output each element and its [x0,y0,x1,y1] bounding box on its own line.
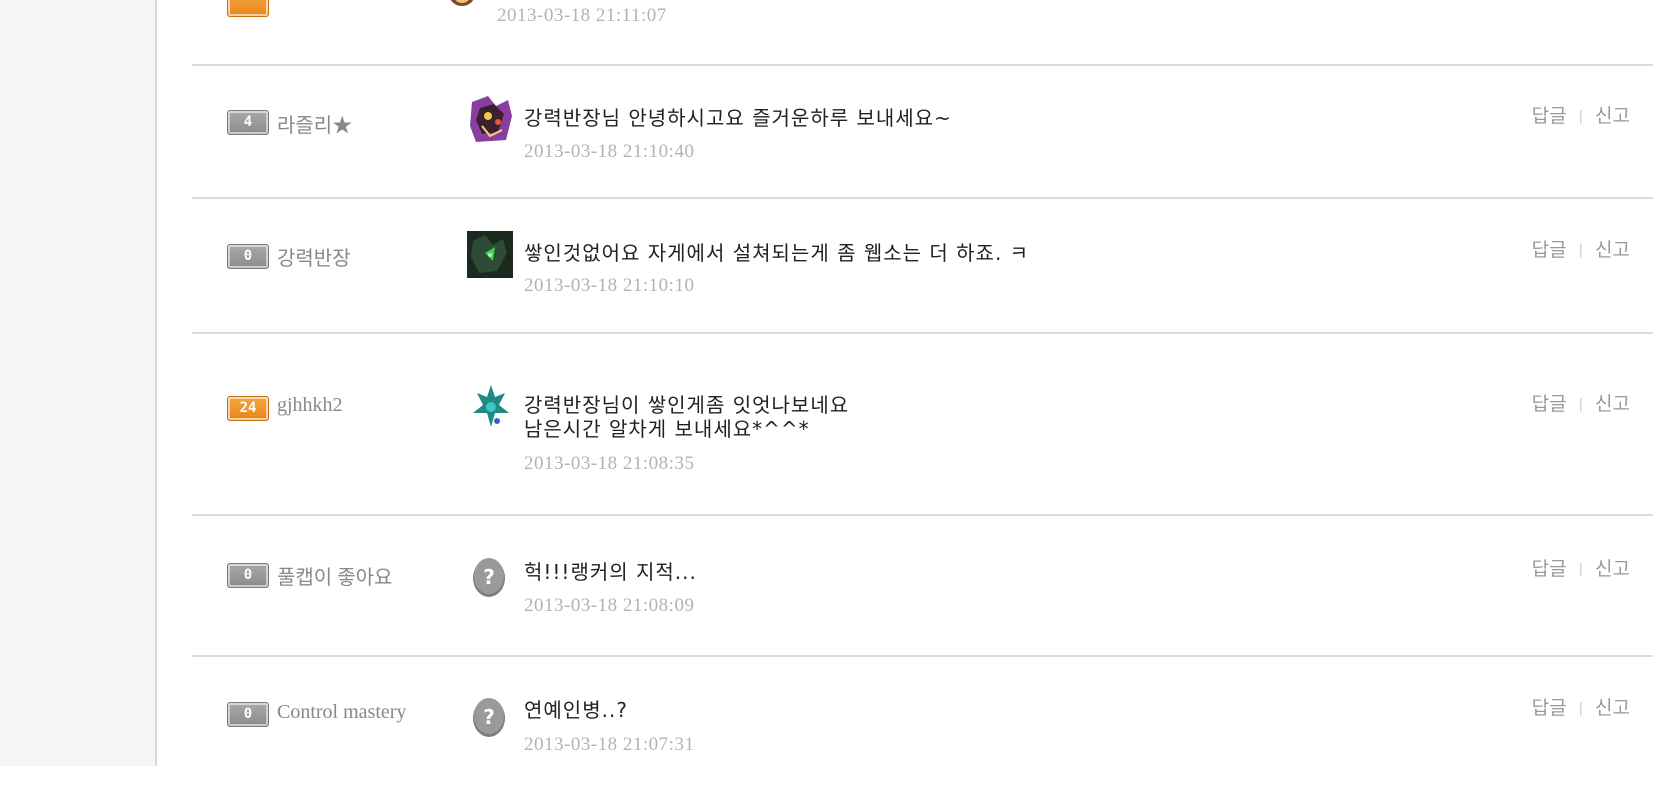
actions-separator: | [1578,397,1584,412]
comment-actions: 답글 | 신고 [1532,235,1630,262]
actions-separator: | [1578,109,1584,124]
comment-actions: 답글 | 신고 [1532,101,1630,128]
comment-author[interactable]: 라즐리★ [277,109,352,138]
comment-timestamp: 2013-03-18 21:08:35 [524,453,695,474]
comment-author[interactable]: Control mastery [277,701,406,724]
reply-link[interactable]: 답글 [1532,105,1567,127]
svg-text:?: ? [483,705,495,729]
user-avatar[interactable] [469,383,513,429]
comment-text: 연예인병..? [524,698,628,722]
comment-text: 강력반장님이 쌓인게좀 잇엇나보네요 남은시간 알차게 보내세요*^^* [524,393,849,441]
comment-item: 0 풀캡이 좋아요 ? 헉!!!랭커의 지적... 2013-03-18 21:… [192,516,1653,657]
comment-timestamp: 2013-03-18 21:08:09 [524,595,695,616]
comment-item: 2013-03-18 21:11:07 [192,0,1653,66]
reply-link[interactable]: 답글 [1532,558,1567,580]
actions-separator: | [1578,243,1584,258]
comment-timestamp: 2013-03-18 21:10:10 [524,275,695,296]
report-link[interactable]: 신고 [1595,393,1630,415]
level-badge: 0 [227,244,269,269]
question-avatar-icon[interactable]: ? [469,554,509,598]
comment-text-line: 남은시간 알차게 보내세요*^^* [524,417,810,441]
comment-timestamp: 2013-03-18 21:07:31 [524,734,695,755]
report-link[interactable]: 신고 [1595,239,1630,261]
comment-text: 강력반장님 안녕하시고요 즐거운하루 보내세요~ [524,106,952,130]
level-badge: 4 [227,110,269,135]
comment-item: 0 Control mastery ? 연예인병..? 2013-03-18 2… [192,657,1653,797]
actions-separator: | [1578,701,1584,716]
comment-author[interactable]: gjhhkh2 [277,394,343,417]
comment-text: 쌓인것없어요 자게에서 설쳐되는게 좀 웹소는 더 하죠. ㅋ [524,241,1030,265]
comment-timestamp: 2013-03-18 21:10:40 [524,141,695,162]
report-link[interactable]: 신고 [1595,558,1630,580]
report-link[interactable]: 신고 [1595,105,1630,127]
level-badge: 0 [227,702,269,727]
reply-link[interactable]: 답글 [1532,393,1567,415]
reply-link[interactable]: 답글 [1532,239,1567,261]
comment-item: 0 강력반장 쌓인것없어요 자게에서 설쳐되는게 좀 웹소는 더 하죠. ㅋ 2… [192,199,1653,334]
comment-author[interactable]: 풀캡이 좋아요 [277,561,392,590]
comment-actions: 답글 | 신고 [1532,693,1630,720]
level-badge: 0 [227,563,269,588]
user-avatar[interactable] [468,96,514,143]
report-link[interactable]: 신고 [1595,697,1630,719]
user-avatar[interactable] [446,0,478,8]
question-avatar-icon[interactable]: ? [469,694,509,738]
level-badge [227,0,269,17]
actions-separator: | [1578,562,1584,577]
level-badge: 24 [227,396,269,421]
left-sidebar-panel [0,0,157,766]
comment-item: 4 라즐리★ 강력반장님 안녕하시고요 즐거운하루 보내세요~ 2013-03-… [192,64,1653,199]
reply-link[interactable]: 답글 [1532,697,1567,719]
comment-timestamp: 2013-03-18 21:11:07 [497,5,667,26]
comment-author[interactable]: 강력반장 [277,242,351,271]
comment-item: 24 gjhhkh2 강력반장님이 쌓인게좀 잇엇나보네요 남은시간 알차게 보… [192,334,1653,516]
comment-actions: 답글 | 신고 [1532,389,1630,416]
comment-text: 헉!!!랭커의 지적... [524,560,697,584]
user-avatar[interactable] [467,231,513,278]
comment-actions: 답글 | 신고 [1532,554,1630,581]
svg-text:?: ? [483,565,495,589]
comment-list: 2013-03-18 21:11:07 4 라즐리★ 강력반장님 안녕하시고요 … [192,0,1653,766]
comment-text-line: 강력반장님이 쌓인게좀 잇엇나보네요 [524,393,850,417]
